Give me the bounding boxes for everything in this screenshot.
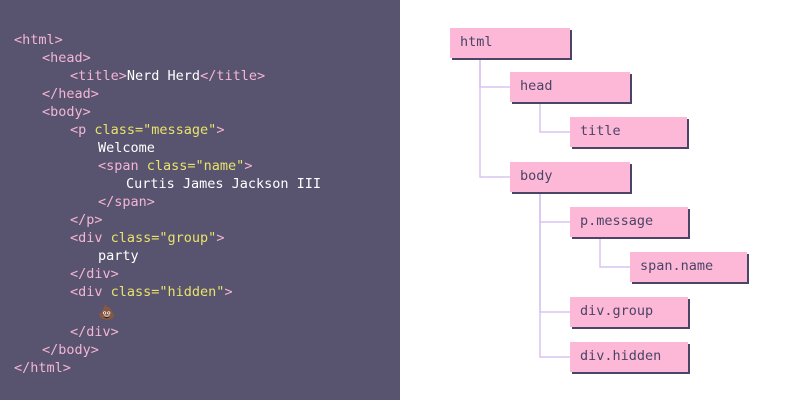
- code-line: </head>: [42, 85, 99, 103]
- code-token-tag: >: [224, 284, 233, 300]
- code-line: </p>: [70, 211, 103, 229]
- code-line: <head>: [42, 49, 91, 67]
- code-token-tag: </body>: [42, 342, 99, 358]
- code-token-tag: <title>: [70, 68, 127, 84]
- code-token-tag: >: [244, 158, 253, 174]
- code-token-tag: >: [216, 230, 225, 246]
- code-token-tag: </html>: [14, 360, 71, 376]
- code-token-tag: <div: [70, 230, 111, 246]
- node-body: body: [510, 162, 630, 192]
- code-line: 💩: [98, 304, 115, 322]
- code-token-tag: </head>: [42, 86, 99, 102]
- node-span-name: span.name: [630, 252, 747, 282]
- code-token-attr: class="message": [94, 122, 217, 138]
- code-token-tag: <p: [70, 122, 95, 138]
- code-token-tag: </p>: [70, 212, 103, 228]
- connector-p-message-span: [599, 238, 630, 268]
- code-token-attr: class="group": [110, 230, 217, 246]
- code-line: </html>: [14, 359, 71, 377]
- code-token-tag: <html>: [14, 32, 63, 48]
- code-token-tag: <head>: [42, 50, 91, 66]
- node-title: title: [570, 117, 687, 147]
- code-token-tag: </span>: [98, 194, 155, 210]
- code-line: <p class="message">: [70, 121, 224, 139]
- code-token-attr: class="name": [146, 158, 245, 174]
- code-line: </div>: [70, 265, 119, 283]
- code-line: party: [98, 247, 139, 265]
- code-line: <body>: [42, 103, 91, 121]
- code-token-tag: </div>: [70, 266, 119, 282]
- connector-body-div-hidden: [539, 193, 570, 358]
- code-token-tag: >: [216, 122, 225, 138]
- code-token-tag: </div>: [70, 324, 119, 340]
- connector-body-div-group: [539, 193, 570, 313]
- code-line: <html>: [14, 31, 63, 49]
- node-div-group: div.group: [570, 297, 688, 327]
- code-line: Curtis James Jackson III: [126, 175, 321, 193]
- code-token-text: party: [98, 248, 139, 264]
- code-line: <div class="group">: [70, 229, 224, 247]
- code-token-tag: </title>: [200, 68, 266, 84]
- code-token-tag: <body>: [42, 104, 91, 120]
- code-line: </span>: [98, 193, 155, 211]
- dom-tree-illustration: <html> <head> <title>Nerd Herd</title> <…: [0, 0, 800, 400]
- connector-html-head: [479, 58, 510, 88]
- node-html: html: [450, 28, 570, 58]
- code-line: <div class="hidden">: [70, 283, 233, 301]
- connector-body-p-message: [539, 193, 570, 223]
- code-token-text: Nerd Herd: [126, 68, 201, 84]
- code-line: <span class="name">: [98, 157, 252, 175]
- node-p-message: p.message: [570, 207, 688, 237]
- poop-emoji-icon: 💩: [98, 305, 116, 321]
- node-head: head: [510, 72, 630, 102]
- code-line: Welcome: [98, 139, 155, 157]
- dom-tree-panel: html head title body p.message span.name…: [400, 0, 800, 400]
- code-line: <title>Nerd Herd</title>: [70, 67, 265, 85]
- code-token-attr: class="hidden": [110, 284, 225, 300]
- node-div-hidden: div.hidden: [570, 342, 688, 372]
- code-line: </body>: [42, 341, 99, 359]
- connector-html-body: [479, 58, 510, 178]
- html-code-panel: <html> <head> <title>Nerd Herd</title> <…: [0, 0, 400, 400]
- code-token-text: Curtis James Jackson III: [126, 176, 322, 192]
- code-token-tag: <div: [70, 284, 111, 300]
- code-line: </div>: [70, 323, 119, 341]
- tree-connectors: [479, 58, 630, 358]
- code-token-tag: <span: [98, 158, 147, 174]
- code-token-text: Welcome: [98, 140, 155, 156]
- connector-head-title: [539, 103, 570, 133]
